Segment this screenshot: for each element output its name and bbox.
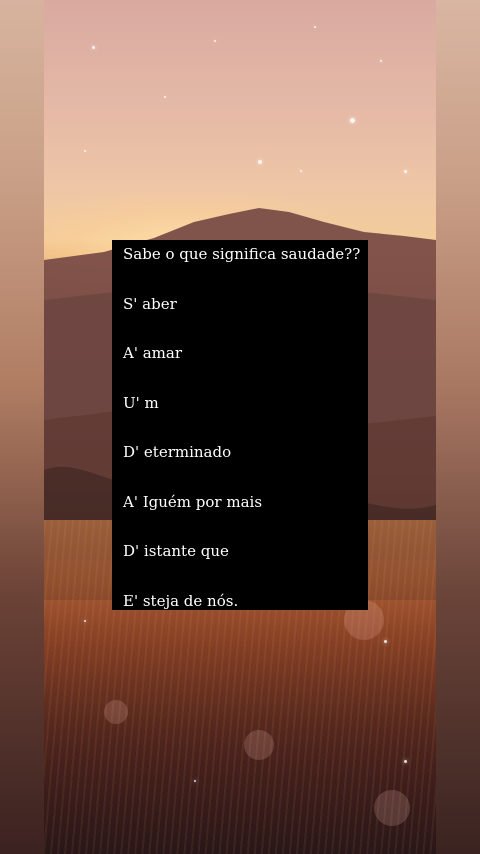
bokeh-light [244,730,274,760]
sparkle [380,60,382,62]
quote-line-title: Sabe o que significa saudade?? [123,245,361,263]
sparkle [300,170,302,172]
sparkle [194,780,196,782]
bokeh-light [104,700,128,724]
sparkle [384,640,387,643]
quote-line: E' steja de nós. [123,591,239,610]
quote-line: S' aber [123,294,177,313]
sparkle [404,170,407,173]
sparkle [92,46,95,49]
quote-line: A' Iguém por mais [123,492,263,511]
sparkle [404,760,407,763]
sparkle [258,160,262,164]
sparkle [314,26,316,28]
quote-text-box: Sabe o que significa saudade?? S' aber A… [112,240,368,610]
bokeh-light [374,790,410,826]
sparkle [214,40,216,42]
quote-line: D' istante que [123,542,229,560]
quote-line: U' m [123,393,159,412]
quote-line: D' eterminado [123,443,232,461]
left-blurred-edge [0,0,44,854]
right-blurred-edge [436,0,480,854]
quote-line: A' amar [123,344,183,362]
sparkle [164,96,166,98]
sparkle [84,150,86,152]
sparkle [350,118,355,123]
sparkle [84,620,86,622]
